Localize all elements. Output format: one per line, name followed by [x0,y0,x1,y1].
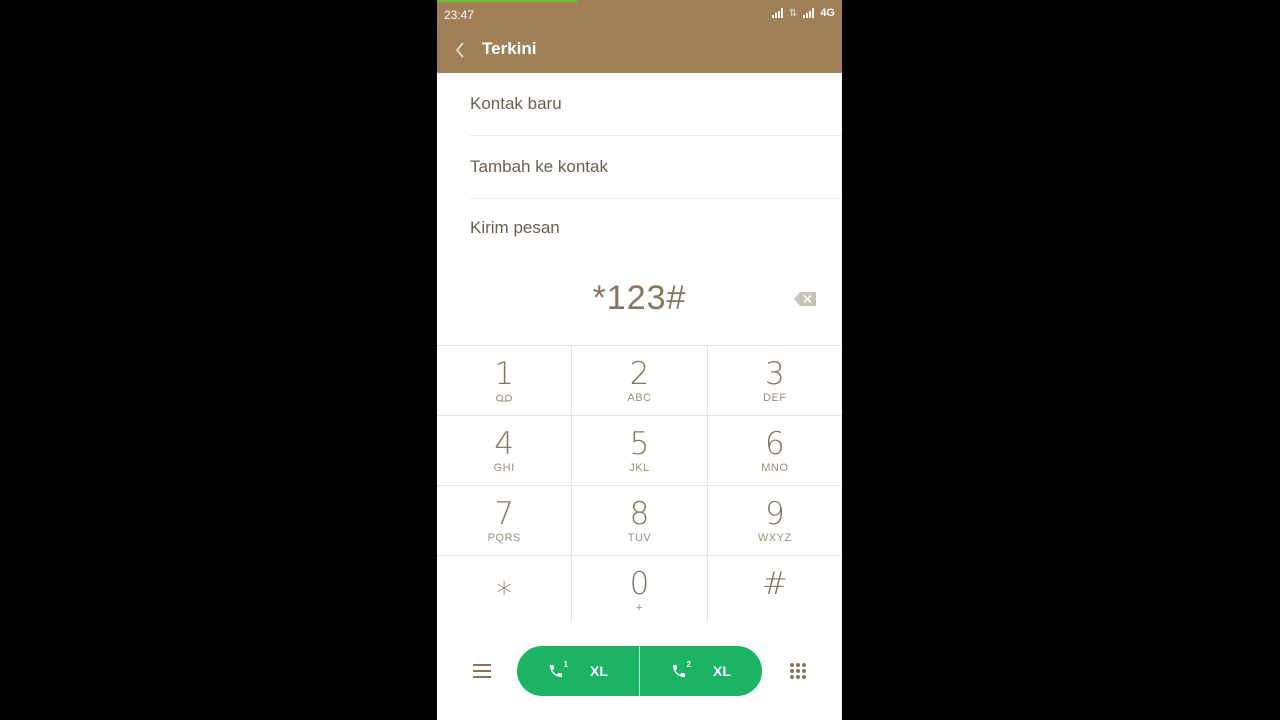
keypad-row: 4 GHI 5 JKL 6 MNO [437,416,842,486]
status-time: 23:47 [444,8,475,22]
app-bar: Terkini [437,28,842,73]
voicemail-icon [496,394,513,402]
key-8[interactable]: 8 TUV [572,486,708,555]
key-letters: DEF [763,392,787,404]
bottom-bar: 1 XL 2 XL [437,622,842,720]
key-digit: ⁎ [496,566,512,602]
key-digit: 3 [764,356,785,392]
call-sim1-button[interactable]: 1 XL [517,646,639,696]
key-4[interactable]: 4 GHI [437,416,573,485]
carrier-label: XL [713,663,731,679]
keypad: 1 2 ABC 3 DEF 4 GHI 5 JKL 6 MNO 7 PQRS 8… [437,345,842,625]
status-indicators: ⇅ 4G [771,7,835,19]
key-5[interactable]: 5 JKL [572,416,708,485]
keypad-row: 1 2 ABC 3 DEF [437,346,842,416]
hamburger-icon[interactable] [473,664,491,678]
sim-number: 2 [686,660,692,669]
phone-icon: 1 [548,660,568,679]
key-letters: + [636,602,643,614]
dial-number-area: *123# [437,255,842,345]
key-digit: 5 [629,426,650,462]
key-3[interactable]: 3 DEF [708,346,842,415]
keypad-row: 7 PQRS 8 TUV 9 WXYZ [437,486,842,556]
data-transfer-icon: ⇅ [788,7,798,19]
key-letters: GHI [493,462,515,474]
key-digit: 2 [629,356,650,392]
key-letters: PQRS [487,532,521,544]
phone-icon: 2 [671,660,691,679]
signal-icon [771,8,783,18]
carrier-label: XL [590,663,608,679]
status-bar: 23:47 ⇅ 4G [437,0,842,28]
key-digit: 8 [629,496,650,532]
key-hash[interactable]: # [708,556,842,625]
menu-item-label: Tambah ke kontak [470,157,608,176]
key-6[interactable]: 6 MNO [708,416,842,485]
key-2[interactable]: 2 ABC [572,346,708,415]
key-digit: # [761,566,788,602]
menu-item-send-message[interactable]: Kirim pesan [470,199,842,257]
backspace-icon[interactable] [793,291,817,307]
key-letters: TUV [627,532,652,544]
dialed-number: *123# [592,279,687,317]
key-0[interactable]: 0 + [572,556,708,625]
status-progress-line [437,0,577,2]
phone-screen: 23:47 ⇅ 4G Terkini Kontak baru Tambah ke… [437,0,842,720]
key-digit: 9 [764,496,785,532]
menu-item-label: Kirim pesan [470,218,560,237]
menu-item-new-contact[interactable]: Kontak baru [470,73,842,136]
key-digit: 7 [494,496,515,532]
call-buttons: 1 XL 2 XL [517,646,762,696]
key-digit: 0 [629,566,650,602]
dialpad-icon[interactable] [789,662,807,680]
key-digit: 4 [494,426,515,462]
key-digit: 1 [494,356,515,392]
action-menu: Kontak baru Tambah ke kontak Kirim pesan [437,73,842,257]
key-letters: ABC [627,392,652,404]
menu-item-label: Kontak baru [470,94,562,113]
key-letters: JKL [629,462,650,474]
network-type: 4G [820,7,835,19]
signal-icon-2 [803,8,815,18]
key-1[interactable]: 1 [437,346,573,415]
key-digit: 6 [764,426,785,462]
menu-item-add-to-contact[interactable]: Tambah ke kontak [470,136,842,199]
key-star[interactable]: ⁎ [437,556,573,625]
key-letters: MNO [761,462,789,474]
key-letters: WXYZ [757,532,792,544]
page-title: Terkini [482,39,537,58]
back-icon[interactable] [453,38,477,62]
keypad-row: ⁎ 0 + # [437,556,842,625]
sim-number: 1 [563,660,569,669]
key-7[interactable]: 7 PQRS [437,486,573,555]
call-sim2-button[interactable]: 2 XL [640,646,762,696]
key-9[interactable]: 9 WXYZ [708,486,842,555]
